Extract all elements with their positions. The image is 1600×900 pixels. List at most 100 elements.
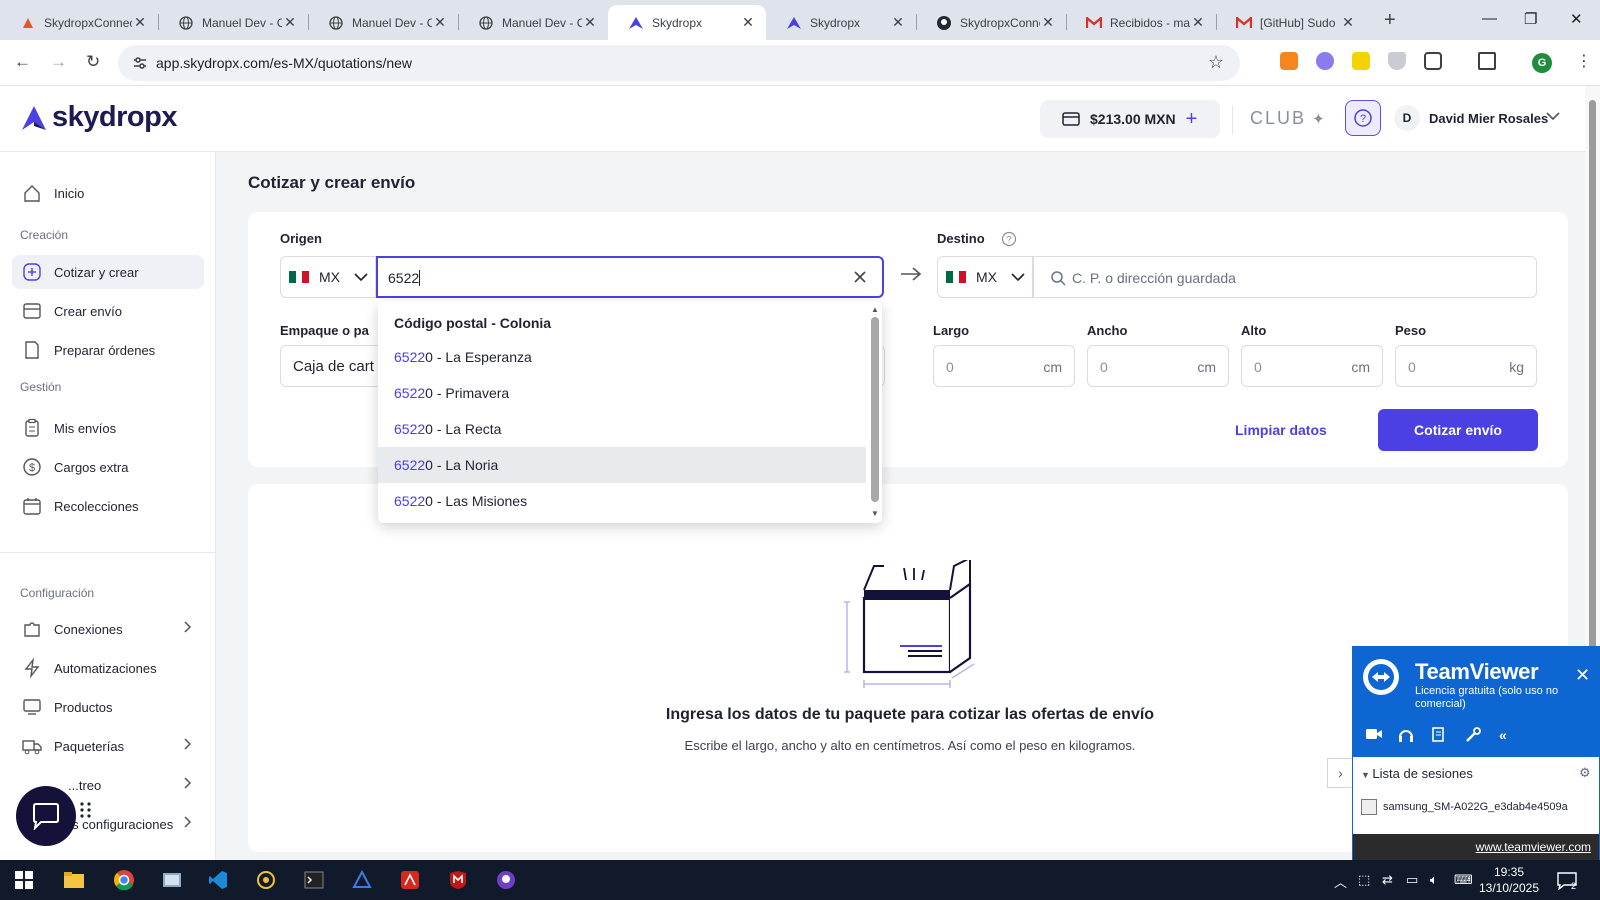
close-icon[interactable]: ✕	[1190, 14, 1206, 31]
quote-shipment-button[interactable]: Cotizar envío	[1378, 409, 1538, 451]
vscode-icon[interactable]	[206, 868, 230, 892]
help-button[interactable]: ?	[1345, 100, 1381, 136]
sidebar-item-paqueterias[interactable]: Paqueterías	[12, 729, 204, 763]
help-circle-icon[interactable]: ?	[1001, 231, 1017, 250]
chrome-icon[interactable]	[112, 868, 136, 892]
teamviewer-expand-button[interactable]: ›	[1327, 758, 1353, 788]
dropdown-scroll-thumb[interactable]	[871, 317, 879, 502]
sidebar-item-mis-envios[interactable]: Mis envíos	[12, 411, 204, 445]
terminal-icon[interactable]	[302, 868, 326, 892]
close-icon[interactable]: ✕	[890, 14, 906, 31]
session-device-item[interactable]: samsung_SM-A022G_e3dab4e4509a	[1361, 799, 1597, 815]
origin-postal-input[interactable]: 6522	[376, 256, 884, 298]
gear-icon[interactable]: ⚙	[1579, 765, 1591, 781]
tools-icon[interactable]	[1465, 727, 1481, 746]
dropdown-scrollbar[interactable]: ▲ ▼	[868, 301, 882, 523]
reload-icon[interactable]: ↻	[86, 52, 100, 72]
restore-icon[interactable]: ❐	[1524, 10, 1537, 28]
clear-data-button[interactable]: Limpiar datos	[1235, 422, 1327, 438]
dropdown-option-hovered[interactable]: 6522 0 - La Noria	[378, 447, 866, 483]
headset-icon[interactable]	[1397, 727, 1415, 746]
sidebar-item-crear-envio[interactable]: Crear envío	[12, 294, 204, 328]
browser-tab[interactable]: SkydropxConnector ✕	[0, 5, 158, 40]
session-list-toggle[interactable]: ▼ Lista de sesiones	[1361, 766, 1473, 781]
browser-tab[interactable]: Manuel Dev - C ✕	[158, 5, 308, 40]
origin-country-select[interactable]: MX	[280, 256, 376, 298]
browser-tab[interactable]: SkydropxConnector ✕	[916, 5, 1066, 40]
sidebar-item-recolecciones[interactable]: Recolecciones	[12, 489, 204, 523]
close-icon[interactable]: ✕	[740, 14, 756, 31]
length-input[interactable]: 0 cm	[933, 345, 1075, 387]
close-icon[interactable]: ✕	[1340, 14, 1356, 31]
user-avatar[interactable]: D	[1394, 105, 1420, 131]
minimize-icon[interactable]: —	[1482, 10, 1497, 27]
club-link[interactable]: CLUB ✦	[1250, 108, 1327, 129]
scroll-down-icon[interactable]: ▼	[871, 509, 879, 518]
system-clock[interactable]: 19:35 13/10/2025	[1474, 864, 1544, 896]
add-funds-icon[interactable]: +	[1186, 108, 1198, 131]
browser-tab[interactable]: Recibidos - ma ✕	[1066, 5, 1216, 40]
app-icon[interactable]	[160, 868, 184, 892]
browser-tab[interactable]: Manuel Dev - C ✕	[458, 5, 608, 40]
chat-support-button[interactable]	[16, 786, 76, 846]
tray-app-icon[interactable]: ⬚	[1358, 872, 1370, 888]
files-icon[interactable]	[1431, 727, 1447, 746]
sidebar-item-conexiones[interactable]: Conexiones	[12, 612, 204, 646]
destination-country-select[interactable]: MX	[937, 256, 1033, 298]
close-icon[interactable]: ✕	[582, 14, 598, 31]
browser-tab[interactable]: Manuel Dev - C ✕	[308, 5, 458, 40]
browser-tab[interactable]: Skydropx ✕	[766, 5, 916, 40]
mcafee-icon[interactable]	[446, 868, 470, 892]
close-icon[interactable]: ✕	[1040, 14, 1056, 31]
dropdown-option[interactable]: 6522 0 - La Recta	[378, 411, 866, 447]
site-settings-icon[interactable]	[132, 55, 148, 74]
back-arrow-icon[interactable]: ←	[14, 52, 31, 72]
chevron-down-icon[interactable]	[1546, 109, 1560, 124]
width-input[interactable]: 0 cm	[1087, 345, 1229, 387]
wallet-balance-button[interactable]: $213.00 MXN +	[1040, 100, 1220, 138]
sidebar-item-cotizar-y-crear[interactable]: Cotizar y crear	[12, 255, 204, 289]
address-bar[interactable]: app.skydropx.com/es-MX/quotations/new ☆	[118, 45, 1240, 81]
drag-handle-icon[interactable]	[80, 802, 92, 822]
media-search-icon[interactable]	[1478, 52, 1496, 70]
chevron-up-icon[interactable]: ︿	[1334, 872, 1347, 891]
scroll-up-icon[interactable]: ▲	[871, 305, 879, 314]
extensions-puzzle-icon[interactable]	[1424, 52, 1442, 70]
extension-icon[interactable]	[1352, 52, 1370, 70]
weight-input[interactable]: 0 kg	[1395, 345, 1537, 387]
sidebar-item-automatizaciones[interactable]: Automatizaciones	[12, 651, 204, 685]
video-camera-icon[interactable]	[1365, 727, 1383, 744]
browser-menu-icon[interactable]: ⋮	[1576, 51, 1592, 71]
close-icon[interactable]: ✕	[132, 14, 148, 31]
browser-tab[interactable]: [GitHub] Sudo ✕	[1216, 5, 1366, 40]
windows-start-icon[interactable]	[12, 868, 36, 892]
sidebar-item-productos[interactable]: Productos	[12, 690, 204, 724]
collapse-icon[interactable]: «	[1499, 727, 1507, 743]
sidebar-item-inicio[interactable]: Inicio	[12, 176, 204, 210]
clear-input-icon[interactable]	[852, 269, 868, 288]
window-close-icon[interactable]: ✕	[1570, 10, 1583, 28]
browser-tab-active[interactable]: Skydropx ✕	[608, 5, 766, 40]
dropdown-option[interactable]: 6522 0 - Primavera	[378, 375, 866, 411]
skydropx-logo[interactable]: skydropx	[20, 101, 177, 134]
user-name[interactable]: David Mier Rosales	[1429, 111, 1548, 126]
keyboard-icon[interactable]: ⌨︎	[1454, 872, 1473, 888]
app-icon[interactable]	[350, 868, 374, 892]
extension-icon[interactable]	[1316, 52, 1334, 70]
acrobat-icon[interactable]	[398, 868, 422, 892]
close-icon[interactable]: ✕	[1575, 665, 1590, 686]
new-tab-button[interactable]: +	[1384, 9, 1396, 32]
app-icon[interactable]	[254, 868, 278, 892]
close-icon[interactable]: ✕	[282, 14, 298, 31]
url-text[interactable]: app.skydropx.com/es-MX/quotations/new	[156, 55, 412, 71]
close-icon[interactable]: ✕	[432, 14, 448, 31]
bookmark-star-icon[interactable]: ☆	[1208, 52, 1224, 73]
teamviewer-link[interactable]: www.teamviewer.com	[1476, 840, 1591, 854]
volume-icon[interactable]: 🔈︎	[1430, 872, 1438, 888]
profile-avatar[interactable]: G	[1532, 53, 1552, 73]
sidebar-item-cargos-extra[interactable]: $ Cargos extra	[12, 450, 204, 484]
notifications-icon[interactable]: 2	[1556, 870, 1578, 893]
forward-arrow-icon[interactable]: →	[50, 52, 67, 72]
shield-extension-icon[interactable]	[1388, 52, 1406, 70]
dropdown-option[interactable]: 6522 0 - La Esperanza	[378, 339, 866, 375]
